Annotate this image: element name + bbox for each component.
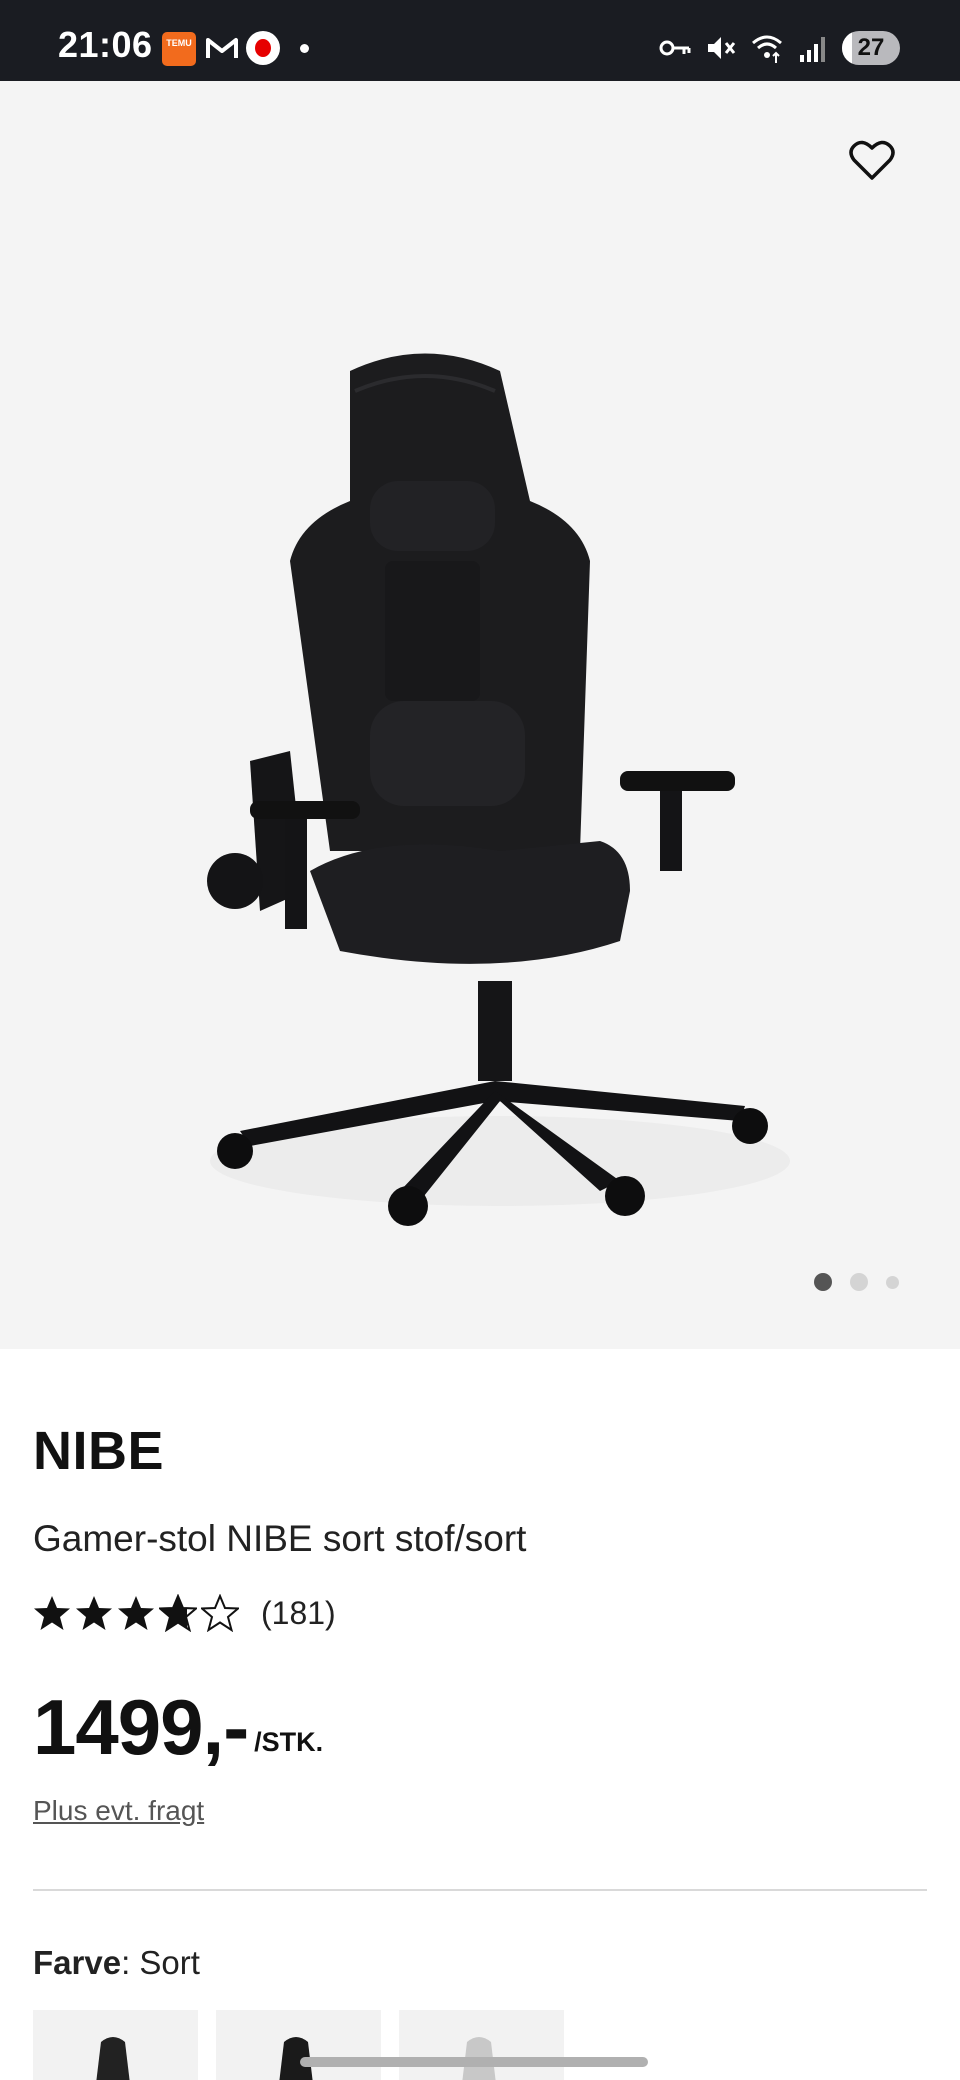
color-swatch[interactable]	[399, 2010, 564, 2080]
signal-icon	[800, 37, 825, 62]
status-time: 21:06	[58, 24, 153, 65]
price-unit: /STK.	[254, 1727, 324, 1757]
divider	[33, 1889, 927, 1891]
star-filled-icon	[118, 1596, 154, 1630]
swatch-chair-thumbnail	[279, 2037, 313, 2080]
carousel-dot[interactable]	[850, 1273, 868, 1291]
rating-count[interactable]: (181)	[261, 1595, 336, 1632]
gesture-home-bar[interactable]	[300, 2057, 648, 2067]
swatch-chair-thumbnail	[462, 2037, 496, 2080]
mute-icon	[708, 37, 736, 59]
product-title: Gamer-stol NIBE sort stof/sort	[33, 1518, 527, 1559]
vodafone-icon	[246, 31, 280, 65]
battery-level: 27	[857, 34, 885, 61]
star-filled-icon	[76, 1596, 112, 1630]
battery-icon: 27	[842, 31, 900, 65]
price-value: 1499,-	[33, 1683, 249, 1771]
color-label: Farve	[33, 1944, 122, 1981]
swatch-chair-thumbnail	[96, 2037, 130, 2080]
color-selection-label: Farve: Sort	[33, 1944, 200, 1982]
color-swatch[interactable]	[216, 2010, 381, 2080]
temu-icon: TEMU	[162, 32, 196, 66]
favorite-heart-icon[interactable]	[848, 138, 896, 182]
carousel-dot[interactable]	[886, 1275, 899, 1289]
star-filled-icon	[34, 1596, 70, 1630]
price: 1499,- /STK.	[33, 1688, 323, 1766]
product-image-carousel[interactable]	[0, 81, 960, 1349]
wifi-icon	[752, 35, 782, 63]
product-image	[207, 353, 790, 1226]
star-empty-icon	[201, 1594, 239, 1632]
carousel-indicators	[814, 1273, 899, 1291]
carousel-dot[interactable]	[814, 1273, 832, 1291]
status-bar: 21:06 TEMU 27	[0, 0, 960, 81]
rating[interactable]: (181)	[33, 1594, 336, 1632]
notification-dot-icon	[300, 44, 309, 53]
shipping-link[interactable]: Plus evt. fragt	[33, 1795, 204, 1827]
product-brand: NIBE	[33, 1421, 165, 1481]
gmail-icon	[206, 38, 238, 58]
status-icons: 27	[658, 28, 900, 68]
color-value: : Sort	[121, 1944, 200, 1981]
color-swatches	[33, 2010, 564, 2080]
vpn-key-icon	[659, 40, 691, 56]
star-partial-icon	[159, 1594, 197, 1632]
color-swatch[interactable]	[33, 2010, 198, 2080]
